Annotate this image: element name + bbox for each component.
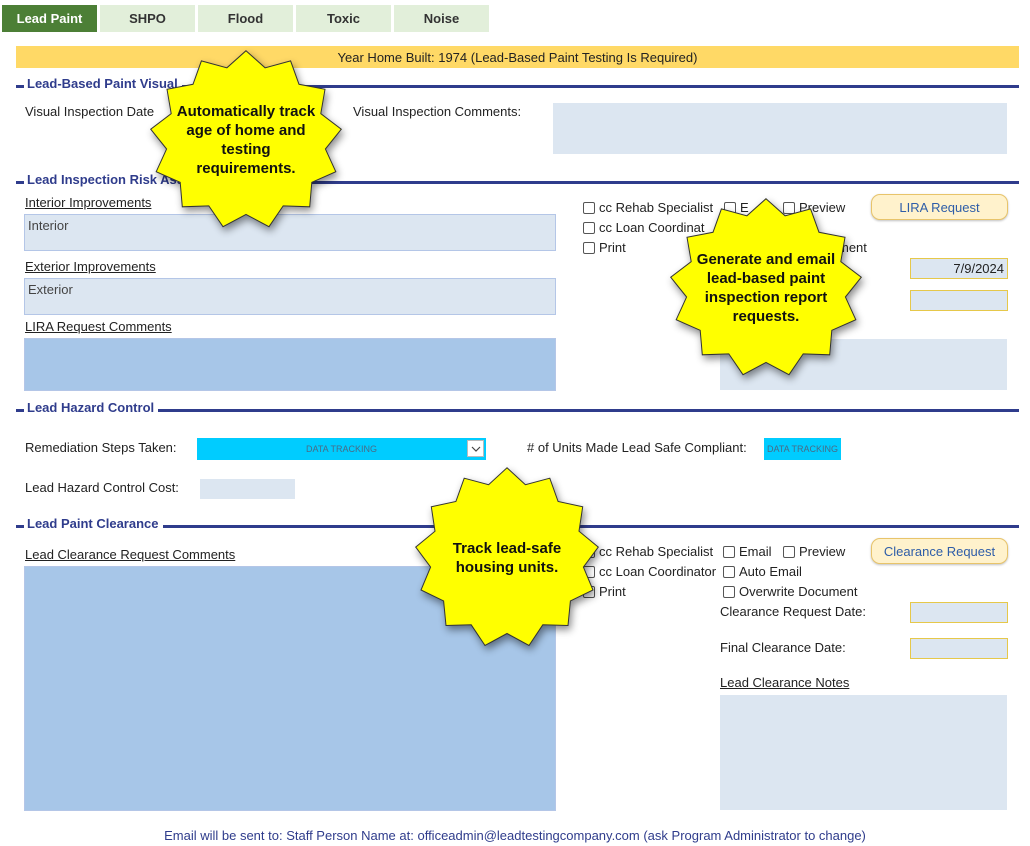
clearance-overwrite-checkbox[interactable]: Overwrite Document (723, 584, 857, 599)
clearance-email-checkbox[interactable]: Email (723, 544, 772, 559)
tab-toxic[interactable]: Toxic (296, 5, 391, 32)
remediation-steps-dropdown[interactable]: DATA TRACKING (197, 438, 486, 460)
lira-request-comments-field[interactable] (24, 338, 556, 391)
checkbox-box[interactable] (583, 201, 595, 214)
lira-request-comments-label: LIRA Request Comments (25, 319, 172, 334)
visual-inspection-date-label: Visual Inspection Date (25, 104, 155, 119)
callout-email-requests: Generate and email lead-based paint insp… (668, 196, 864, 380)
tab-lead-paint[interactable]: Lead Paint (2, 5, 97, 32)
remediation-steps-label: Remediation Steps Taken: (25, 440, 177, 455)
final-clearance-date-label: Final Clearance Date: (720, 640, 846, 655)
section-rule-hazard (16, 409, 1019, 412)
clearance-request-date-label: Clearance Request Date: (720, 604, 866, 619)
checkbox-box[interactable] (723, 585, 735, 598)
callout-units-text: Track lead-safe housing units. (452, 540, 562, 576)
checkbox-label: Auto Email (739, 564, 802, 579)
interior-improvements-label: Interior Improvements (25, 195, 152, 210)
callout-units-tracking: Track lead-safe housing units. (414, 466, 600, 650)
clearance-auto-email-checkbox[interactable]: Auto Email (723, 564, 802, 579)
dropdown-value: DATA TRACKING (305, 444, 377, 454)
exterior-improvements-field[interactable]: Exterior (24, 278, 556, 315)
checkbox-box[interactable] (723, 545, 735, 558)
checkbox-box[interactable] (583, 241, 595, 254)
checkbox-box[interactable] (783, 545, 795, 558)
callout-email-text: Generate and email lead-based paint insp… (696, 251, 836, 325)
checkbox-label: Print (599, 240, 626, 255)
lead-hazard-cost-field[interactable] (200, 479, 295, 499)
lead-hazard-cost-label: Lead Hazard Control Cost: (25, 480, 179, 495)
lira-request-date-field[interactable]: 7/9/2024 (910, 258, 1008, 279)
clearance-notes-label: Lead Clearance Notes (720, 675, 850, 690)
tab-noise[interactable]: Noise (394, 5, 489, 32)
clearance-preview-checkbox[interactable]: Preview (783, 544, 845, 559)
checkbox-label: Email (739, 544, 772, 559)
checkbox-label: Overwrite Document (739, 584, 858, 599)
clearance-request-button[interactable]: Clearance Request (871, 538, 1008, 564)
lira-print-checkbox[interactable]: Print (583, 240, 626, 255)
tab-flood[interactable]: Flood (198, 5, 293, 32)
callout-age-text: Automatically track age of home and test… (176, 103, 316, 177)
lira-report-date-field[interactable] (910, 290, 1008, 311)
clearance-cc-loan-checkbox[interactable]: cc Loan Coordinator (583, 564, 716, 579)
units-lead-safe-value: DATA TRACKING (766, 444, 838, 454)
clearance-comments-label: Lead Clearance Request Comments (25, 547, 236, 562)
final-clearance-date-field[interactable] (910, 638, 1008, 659)
section-title-hazard: Lead Hazard Control (24, 400, 159, 415)
lira-request-button[interactable]: LIRA Request (871, 194, 1008, 220)
callout-age-tracking: Automatically track age of home and test… (148, 48, 344, 234)
clearance-notes-field[interactable] (720, 695, 1007, 810)
visual-inspection-comments-field[interactable] (553, 103, 1007, 154)
clearance-cc-rehab-checkbox[interactable]: cc Rehab Specialist (583, 544, 713, 559)
checkbox-label: Print (599, 584, 626, 599)
email-footer-note: Email will be sent to: Staff Person Name… (164, 828, 866, 843)
checkbox-label: Preview (799, 544, 846, 559)
units-lead-safe-field[interactable]: DATA TRACKING (764, 438, 841, 460)
checkbox-box[interactable] (583, 221, 595, 234)
checkbox-box[interactable] (723, 565, 735, 578)
chevron-down-icon[interactable] (467, 440, 484, 457)
section-title-clearance: Lead Paint Clearance (24, 516, 163, 531)
units-lead-safe-label: # of Units Made Lead Safe Compliant: (527, 440, 747, 455)
checkbox-label: cc Loan Coordinator (599, 564, 717, 579)
checkbox-label: cc Rehab Specialist (599, 544, 714, 559)
visual-inspection-comments-label: Visual Inspection Comments: (353, 104, 522, 119)
exterior-improvements-label: Exterior Improvements (25, 259, 156, 274)
clearance-request-date-field[interactable] (910, 602, 1008, 623)
tab-shpo[interactable]: SHPO (100, 5, 195, 32)
